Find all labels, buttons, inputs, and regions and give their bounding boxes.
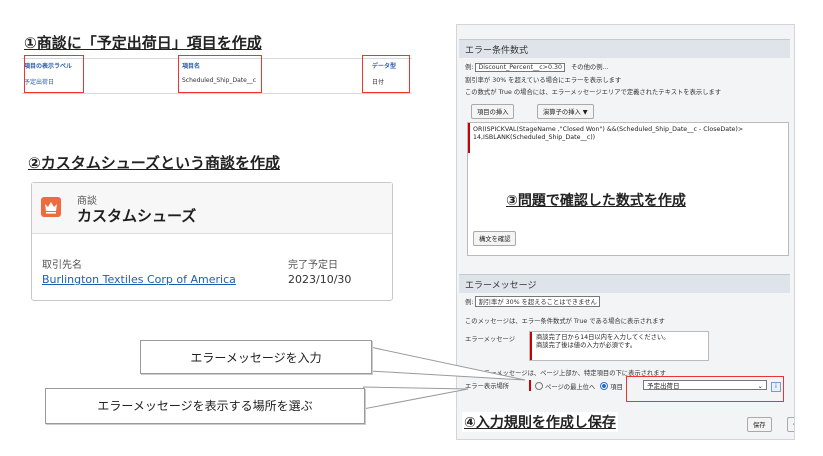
- radio-field-label: 項目: [610, 384, 623, 391]
- radio-top-label: ページの最上位へ: [545, 384, 596, 391]
- formula-section-header: エラー条件数式: [459, 39, 790, 58]
- required-bar: [468, 123, 470, 153]
- close-date-value: 2023/10/30: [288, 273, 352, 286]
- close-date-label: 完了予定日: [288, 260, 338, 271]
- record-header: 商談 カスタムシューズ: [32, 183, 392, 234]
- message-section-title: エラーメッセージ: [465, 281, 537, 291]
- message-section-header: エラーメッセージ: [459, 274, 790, 293]
- error-message-input[interactable]: 商談完了日から14日以内を入力してください。 商談完了後は値の入力が必須です。: [529, 331, 709, 361]
- insert-operator-button[interactable]: 演算子の挿入 ▼: [537, 104, 594, 119]
- example-prefix: 例:: [465, 64, 474, 71]
- account-label: 取引先名: [42, 260, 82, 271]
- formula-section-title: エラー条件数式: [465, 46, 529, 56]
- save-button[interactable]: 保存: [747, 417, 772, 432]
- message-description: このメッセージは、エラー条件数式が True である場合に表示されます: [465, 318, 665, 325]
- msg-example-value: 割引率が 30% を超えることはできません: [475, 296, 600, 307]
- error-message-label: エラーメッセージ: [465, 336, 515, 343]
- callout-enter-message-text: エラーメッセージを入力: [190, 351, 322, 365]
- step4-title: ④入力規則を作成し保存: [462, 412, 618, 432]
- formula-example: 例: Discount_Percent__c>0.30 その他の例...: [465, 62, 609, 72]
- check-syntax-button[interactable]: 構文を確認: [473, 231, 517, 246]
- highlight-label: [24, 55, 84, 93]
- step3-title: ③問題で確認した数式を作成: [504, 190, 688, 210]
- account-link[interactable]: Burlington Textiles Corp of America: [42, 273, 236, 286]
- message-example: 例: 割引率が 30% を超えることはできません: [465, 296, 600, 307]
- example-value: Discount_Percent__c>0.30: [475, 63, 565, 72]
- highlight-api-name: [178, 55, 262, 93]
- formula-text: OR(ISPICKVAL(StageName ,"Closed Won") &&…: [473, 126, 744, 141]
- callout-enter-message: エラーメッセージを入力: [140, 340, 372, 374]
- callout-choose-location-text: エラーメッセージを表示する場所を選ぶ: [97, 399, 313, 413]
- opportunity-card: 商談 カスタムシューズ 取引先名 Burlington Textiles Cor…: [31, 182, 393, 301]
- record-name: カスタムシューズ: [77, 207, 197, 225]
- required-bar: [530, 332, 532, 360]
- msg-example-prefix: 例:: [465, 299, 474, 306]
- callout-choose-location: エラーメッセージを表示する場所を選ぶ: [45, 388, 365, 424]
- save-new-button[interactable]: 保存: [787, 417, 794, 432]
- more-examples-link[interactable]: その他の例...: [571, 64, 609, 71]
- crown-icon: [41, 197, 61, 217]
- example-description: 割引率が 30% を超えている場合にエラーを表示します: [465, 77, 622, 84]
- error-message-text: 商談完了日から14日以内を入力してください。 商談完了後は値の入力が必須です。: [536, 334, 670, 349]
- step2-title: ②カスタムシューズという商談を作成: [28, 154, 280, 172]
- highlight-type: [362, 55, 410, 93]
- radio-field[interactable]: [600, 382, 609, 390]
- insert-field-button[interactable]: 項目の挿入: [471, 104, 515, 119]
- step1-title: ①商談に「予定出荷日」項目を作成: [24, 34, 262, 52]
- callout-pointer-1: [370, 346, 526, 381]
- radio-top-of-page[interactable]: [535, 382, 543, 390]
- callout-pointer-2: [363, 386, 469, 410]
- highlight-location-select: [626, 376, 784, 402]
- location-options: ページの最上位へ 項目: [535, 382, 623, 391]
- true-description: この数式が True の場合には、エラーメッセージエリアで定義されたテキストを表…: [465, 89, 722, 96]
